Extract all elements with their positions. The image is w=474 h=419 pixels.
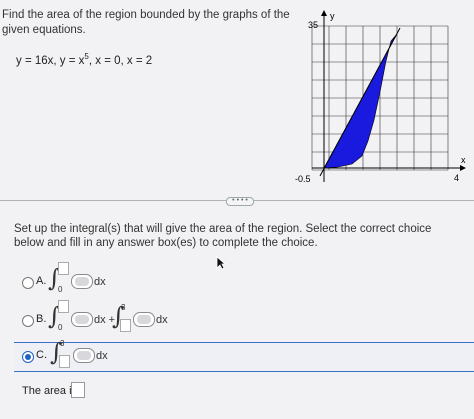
choice-c-radio[interactable]: [22, 351, 34, 363]
x-min-label: -0.5: [295, 174, 311, 184]
y-axis-label: y: [330, 11, 335, 21]
choice-b-integrand-1[interactable]: [71, 312, 93, 327]
equation-part-2: , x = 0, x = 2: [88, 54, 153, 67]
choice-a-radio[interactable]: [22, 277, 34, 289]
equation-part-1: y = 16x, y = x: [16, 54, 85, 67]
region-graph: y 35 x -0.5 4: [295, 10, 466, 184]
x-axis-label: x: [461, 155, 466, 165]
choice-b-integrand-2[interactable]: [133, 312, 155, 327]
choice-b-radio[interactable]: [22, 315, 34, 327]
choice-c-letter: C.: [36, 349, 47, 361]
choice-a-lower-limit: 0: [58, 285, 63, 294]
choice-a-letter: A.: [36, 275, 47, 287]
given-equations: y = 16x, y = x5, x = 0, x = 2: [16, 52, 152, 67]
x-axis-arrow: [460, 165, 466, 171]
choice-b-lower-limit-1: 0: [58, 323, 63, 332]
choice-a[interactable]: A. ∫ 0 dx: [22, 262, 222, 298]
y-max-label: 35: [308, 20, 318, 30]
choice-c-dx: dx: [96, 350, 108, 362]
graph-grid: [311, 25, 449, 171]
choice-b-upper-limit-2: 3: [121, 303, 126, 312]
x-max-label: 4: [454, 173, 459, 183]
area-answer-box[interactable]: [71, 382, 85, 398]
choice-a-integrand[interactable]: [71, 274, 93, 289]
choice-b-lower-limit-2[interactable]: [120, 319, 131, 332]
choice-c-upper-limit: 3: [60, 339, 65, 348]
problem-prompt: Find the area of the region bounded by t…: [2, 9, 290, 36]
choice-b-letter: B.: [36, 313, 47, 325]
choice-b-dx: dx: [156, 314, 168, 326]
choice-b-upper-limit-1[interactable]: [58, 300, 69, 313]
instructions-text: Set up the integral(s) that will give th…: [14, 223, 432, 249]
choice-a-upper-limit[interactable]: [58, 262, 69, 275]
choice-c[interactable]: C. ∫ 3 dx: [22, 338, 222, 372]
collapse-handle[interactable]: • • • •: [226, 197, 254, 206]
choice-a-dx: dx: [94, 276, 106, 288]
choice-b[interactable]: B. ∫ 0 dx + ∫ 3 dx: [22, 300, 322, 336]
y-axis-arrow: [321, 10, 327, 16]
choice-c-integrand[interactable]: [73, 348, 95, 363]
area-label: The area is: [22, 385, 78, 397]
choice-c-lower-limit[interactable]: [59, 355, 70, 368]
